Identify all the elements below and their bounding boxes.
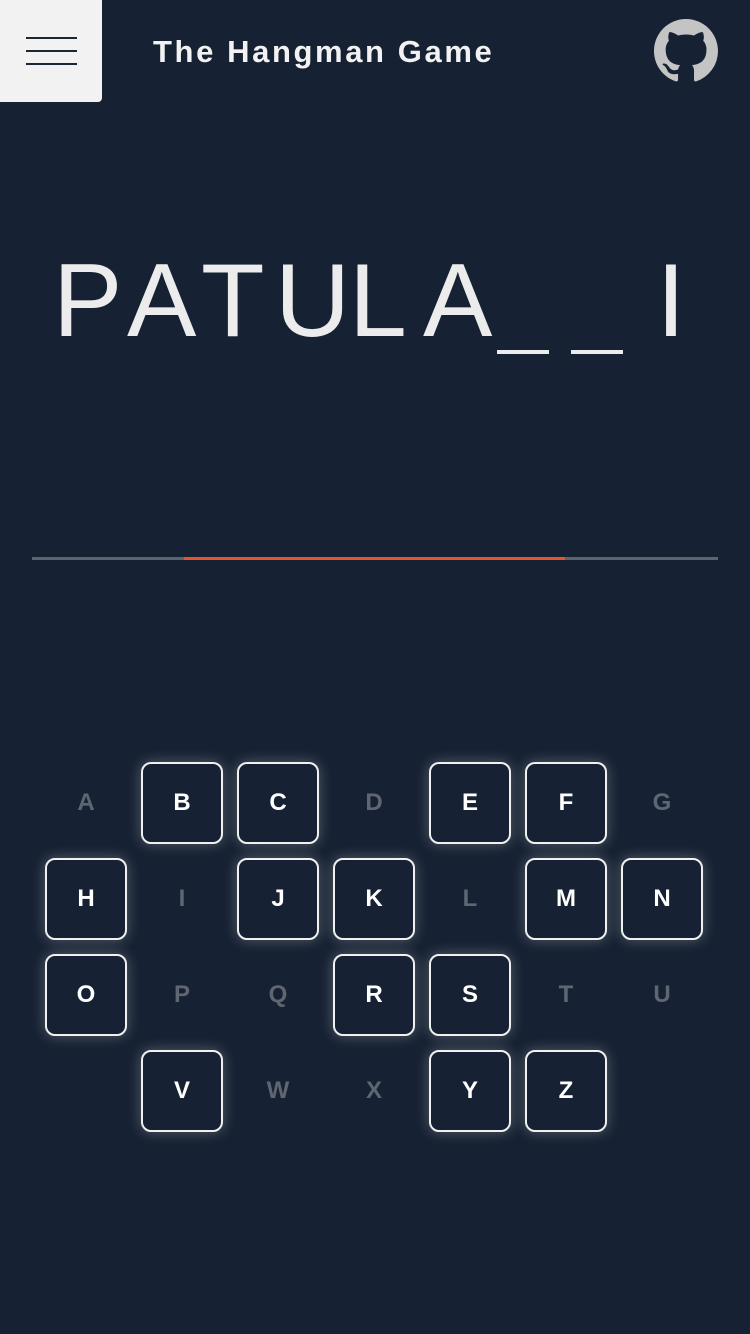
key-g: G [621, 762, 703, 844]
key-t: T [525, 954, 607, 1036]
key-q: Q [237, 954, 319, 1036]
key-j[interactable]: J [237, 858, 319, 940]
key-l: L [429, 858, 511, 940]
key-r[interactable]: R [333, 954, 415, 1036]
key-h[interactable]: H [45, 858, 127, 940]
key-k[interactable]: K [333, 858, 415, 940]
github-link[interactable] [654, 19, 718, 83]
key-b[interactable]: B [141, 762, 223, 844]
key-e[interactable]: E [429, 762, 511, 844]
key-u: U [621, 954, 703, 1036]
key-z[interactable]: Z [525, 1050, 607, 1132]
key-a: A [45, 762, 127, 844]
key-x: X [333, 1050, 415, 1132]
key-v[interactable]: V [141, 1050, 223, 1132]
progress-bar [32, 557, 718, 560]
word-letter: T [201, 243, 265, 359]
word-letter: P [53, 243, 123, 359]
key-p: P [141, 954, 223, 1036]
key-y[interactable]: Y [429, 1050, 511, 1132]
key-d: D [333, 762, 415, 844]
word-letter: L [349, 243, 407, 359]
key-i: I [141, 858, 223, 940]
word-display: PATULAI [0, 236, 750, 356]
github-icon [654, 19, 718, 82]
hangman-app: The Hangman Game PATULAI ABCDEFGHIJKLMNO… [0, 0, 750, 1334]
word-letter: A [127, 243, 197, 359]
progress-fill [184, 557, 565, 560]
key-s[interactable]: S [429, 954, 511, 1036]
word-blank-slot [571, 246, 623, 356]
word-letter: A [423, 243, 493, 359]
word-blank-slot [497, 246, 549, 356]
key-c[interactable]: C [237, 762, 319, 844]
key-m[interactable]: M [525, 858, 607, 940]
key-w: W [237, 1050, 319, 1132]
page-title: The Hangman Game [153, 34, 495, 69]
key-n[interactable]: N [621, 858, 703, 940]
key-o[interactable]: O [45, 954, 127, 1036]
menu-button[interactable] [0, 0, 102, 102]
word-letter: U [275, 243, 351, 359]
key-f[interactable]: F [525, 762, 607, 844]
word-letter: I [656, 243, 686, 359]
